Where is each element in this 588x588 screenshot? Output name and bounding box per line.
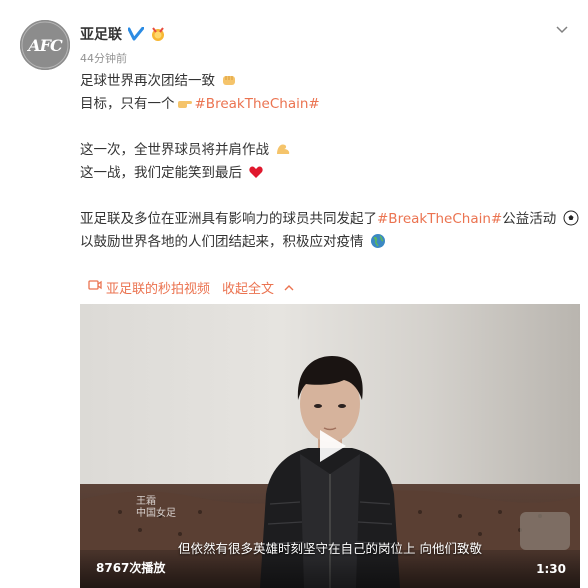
post-actions: 亚足联的秒拍视频 收起全文 [88, 276, 294, 298]
fan-medal-icon[interactable] [150, 26, 166, 42]
content-line-1: 足球世界再次团结一致 [80, 70, 580, 93]
play-count: 8767次播放 [96, 561, 166, 575]
play-button[interactable] [308, 424, 352, 468]
hashtag-link[interactable]: #BreakTheChain# [195, 96, 320, 112]
name-row: 亚足联 [80, 24, 166, 44]
red-heart-emoji-icon [248, 164, 264, 180]
video-duration: 1:30 [536, 562, 566, 576]
video-link-label: 亚足联的秒拍视频 [106, 281, 211, 297]
watermark-name: 王霜 [136, 496, 156, 507]
content-text: 这一战，我们定能笑到最后 [80, 165, 242, 181]
content-text: 以鼓励世界各地的人们团结起来，积极应对疫情 [80, 234, 364, 250]
content-text: 公益活动 [502, 211, 557, 227]
content-line-2: 目标，只有一个 #BreakTheChain# [80, 93, 580, 116]
globe-emoji-icon [370, 233, 386, 249]
username[interactable]: 亚足联 [80, 24, 122, 44]
post-timestamp[interactable]: 44分钟前 [80, 50, 127, 66]
chevron-down-icon[interactable] [554, 22, 570, 38]
collapse-text-button[interactable]: 收起全文 [222, 278, 294, 297]
hashtag-link[interactable]: #BreakTheChain# [377, 211, 502, 227]
content-line-4: 这一战，我们定能笑到最后 [80, 162, 580, 185]
pointing-right-emoji-icon [177, 95, 193, 111]
chevron-up-icon [284, 280, 294, 295]
content-text: 足球世界再次团结一致 [80, 73, 215, 89]
soccer-ball-emoji-icon [563, 210, 579, 226]
content-text: 亚足联及多位在亚洲具有影响力的球员共同发起了 [80, 211, 377, 227]
fist-bump-emoji-icon [221, 72, 237, 88]
content-line-6: 以鼓励世界各地的人们团结起来，积极应对疫情 [80, 231, 580, 254]
avatar-text: AFC [28, 35, 63, 55]
collapse-label: 收起全文 [222, 281, 275, 297]
content-line-5: 亚足联及多位在亚洲具有影响力的球员共同发起了#BreakTheChain#公益活… [80, 208, 580, 231]
video-player[interactable]: 王霜 中国女足 但依然有很多英雄时刻坚守在自己的岗位上 向他们致敬 8767次播… [80, 304, 580, 588]
video-camera-icon [88, 279, 102, 295]
video-link[interactable]: 亚足联的秒拍视频 [88, 278, 210, 297]
content-text: 目标，只有一个 [80, 96, 175, 112]
flexed-biceps-emoji-icon [275, 141, 291, 157]
post-header: AFC 亚足联 44分钟前 [16, 16, 576, 76]
content-text: 这一次，全世界球员将并肩作战 [80, 142, 269, 158]
watermark-team: 中国女足 [136, 508, 176, 519]
verified-v-icon [128, 26, 144, 42]
play-icon [320, 430, 346, 462]
video-watermark: 王霜 中国女足 [136, 496, 176, 520]
content-line-3: 这一次，全世界球员将并肩作战 [80, 139, 580, 162]
avatar[interactable]: AFC [20, 20, 70, 70]
post-content: 足球世界再次团结一致 目标，只有一个 #BreakTheChain# 这一次，全… [80, 70, 580, 254]
